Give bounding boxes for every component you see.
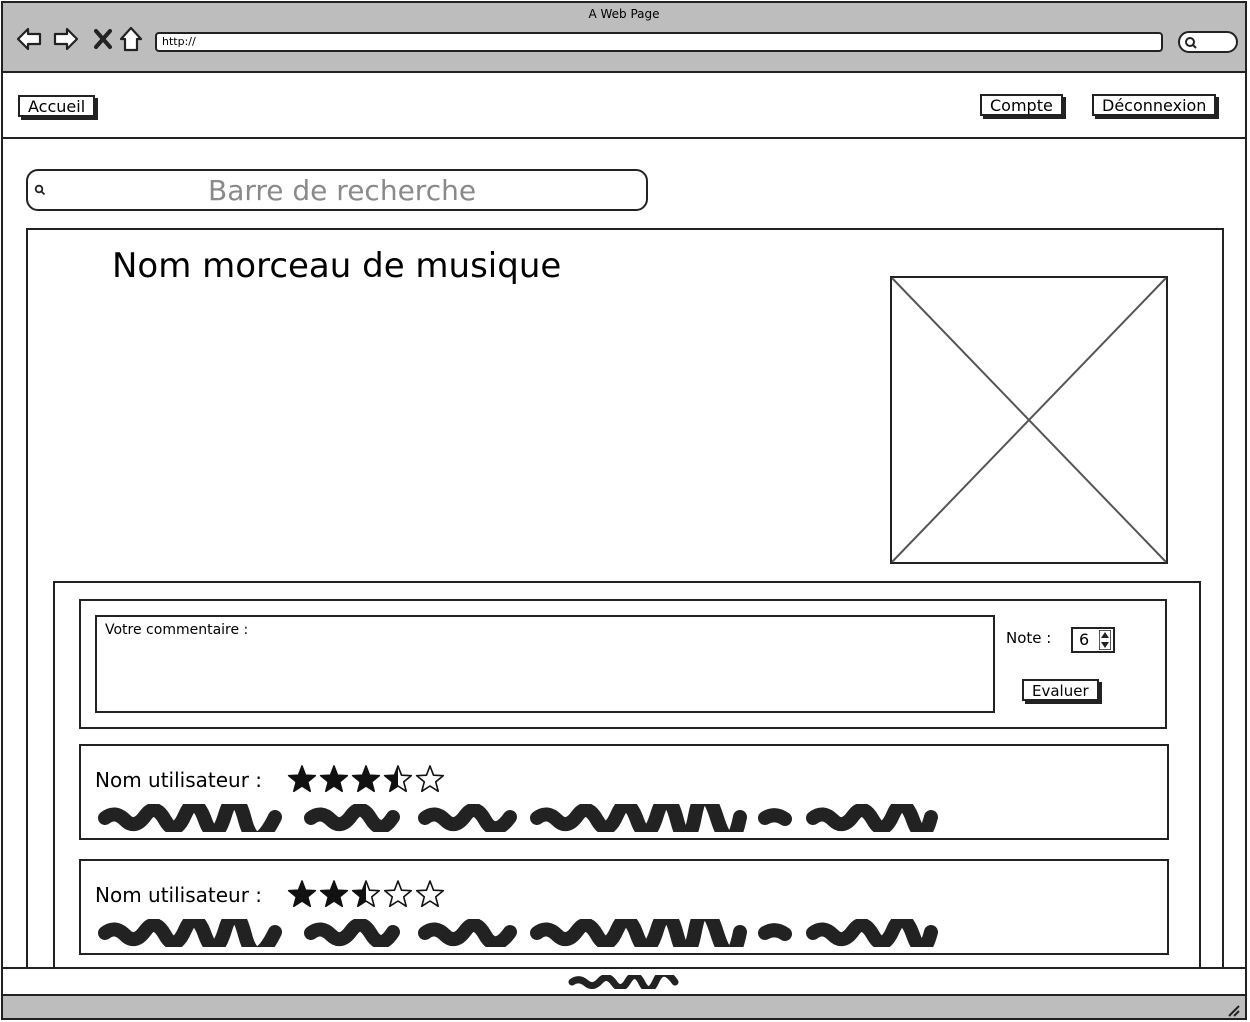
search-input[interactable]: Barre de recherche	[26, 169, 648, 211]
resize-grip-icon[interactable]	[1225, 1002, 1241, 1018]
stop-icon[interactable]	[89, 25, 117, 53]
search-placeholder: Barre de recherche	[208, 174, 477, 207]
star-empty-icon	[415, 765, 445, 793]
home-icon[interactable]	[117, 25, 145, 53]
star-half-icon	[351, 880, 381, 908]
browser-window: A Web Page http:// Accueil Compte Déconn…	[1, 1, 1247, 1020]
star-filled-icon	[319, 880, 349, 908]
home-button[interactable]: Accueil	[18, 95, 96, 117]
logout-button[interactable]: Déconnexion	[1092, 94, 1217, 116]
browser-search-field[interactable]	[1178, 31, 1238, 53]
album-image-placeholder	[890, 276, 1168, 564]
star-filled-icon	[351, 765, 381, 793]
song-title: Nom morceau de musique	[112, 246, 562, 286]
comment-textarea[interactable]: Votre commentaire :	[95, 615, 995, 713]
account-button[interactable]: Compte	[980, 94, 1063, 116]
note-stepper[interactable]: 6	[1071, 627, 1115, 653]
star-empty-icon	[383, 880, 413, 908]
note-value: 6	[1079, 630, 1090, 649]
comment-label: Votre commentaire :	[105, 622, 249, 638]
status-text-scribble	[568, 975, 679, 989]
star-filled-icon	[287, 765, 317, 793]
browser-chrome: A Web Page http://	[3, 3, 1245, 73]
comments-section: Votre commentaire : Note : 6 Evaluer Nom…	[53, 581, 1201, 1001]
back-arrow-icon[interactable]	[15, 25, 43, 53]
window-title: A Web Page	[588, 7, 660, 21]
search-icon	[1185, 37, 1197, 49]
review-text-scribble	[98, 804, 938, 832]
rating-stars	[287, 765, 445, 793]
address-bar[interactable]: http://	[155, 32, 1163, 52]
note-label: Note :	[1006, 629, 1052, 647]
stepper-arrows-icon[interactable]	[1099, 630, 1111, 650]
review-username: Nom utilisateur :	[95, 768, 263, 792]
song-panel: Nom morceau de musique Votre commentaire…	[26, 228, 1224, 1001]
comment-form: Votre commentaire : Note : 6 Evaluer	[79, 599, 1167, 729]
review-card: Nom utilisateur :	[79, 744, 1169, 840]
review-text-scribble	[98, 919, 938, 947]
search-icon	[34, 184, 46, 196]
bottom-bar	[3, 994, 1245, 1018]
top-navigation: Accueil Compte Déconnexion	[3, 73, 1245, 139]
rating-stars	[287, 880, 445, 908]
review-card: Nom utilisateur :	[79, 859, 1169, 955]
status-bar	[3, 967, 1245, 995]
review-username: Nom utilisateur :	[95, 883, 263, 907]
star-empty-icon	[415, 880, 445, 908]
forward-arrow-icon[interactable]	[52, 25, 80, 53]
star-filled-icon	[319, 765, 349, 793]
evaluate-button[interactable]: Evaluer	[1022, 679, 1099, 701]
star-filled-icon	[287, 880, 317, 908]
star-half-icon	[383, 765, 413, 793]
